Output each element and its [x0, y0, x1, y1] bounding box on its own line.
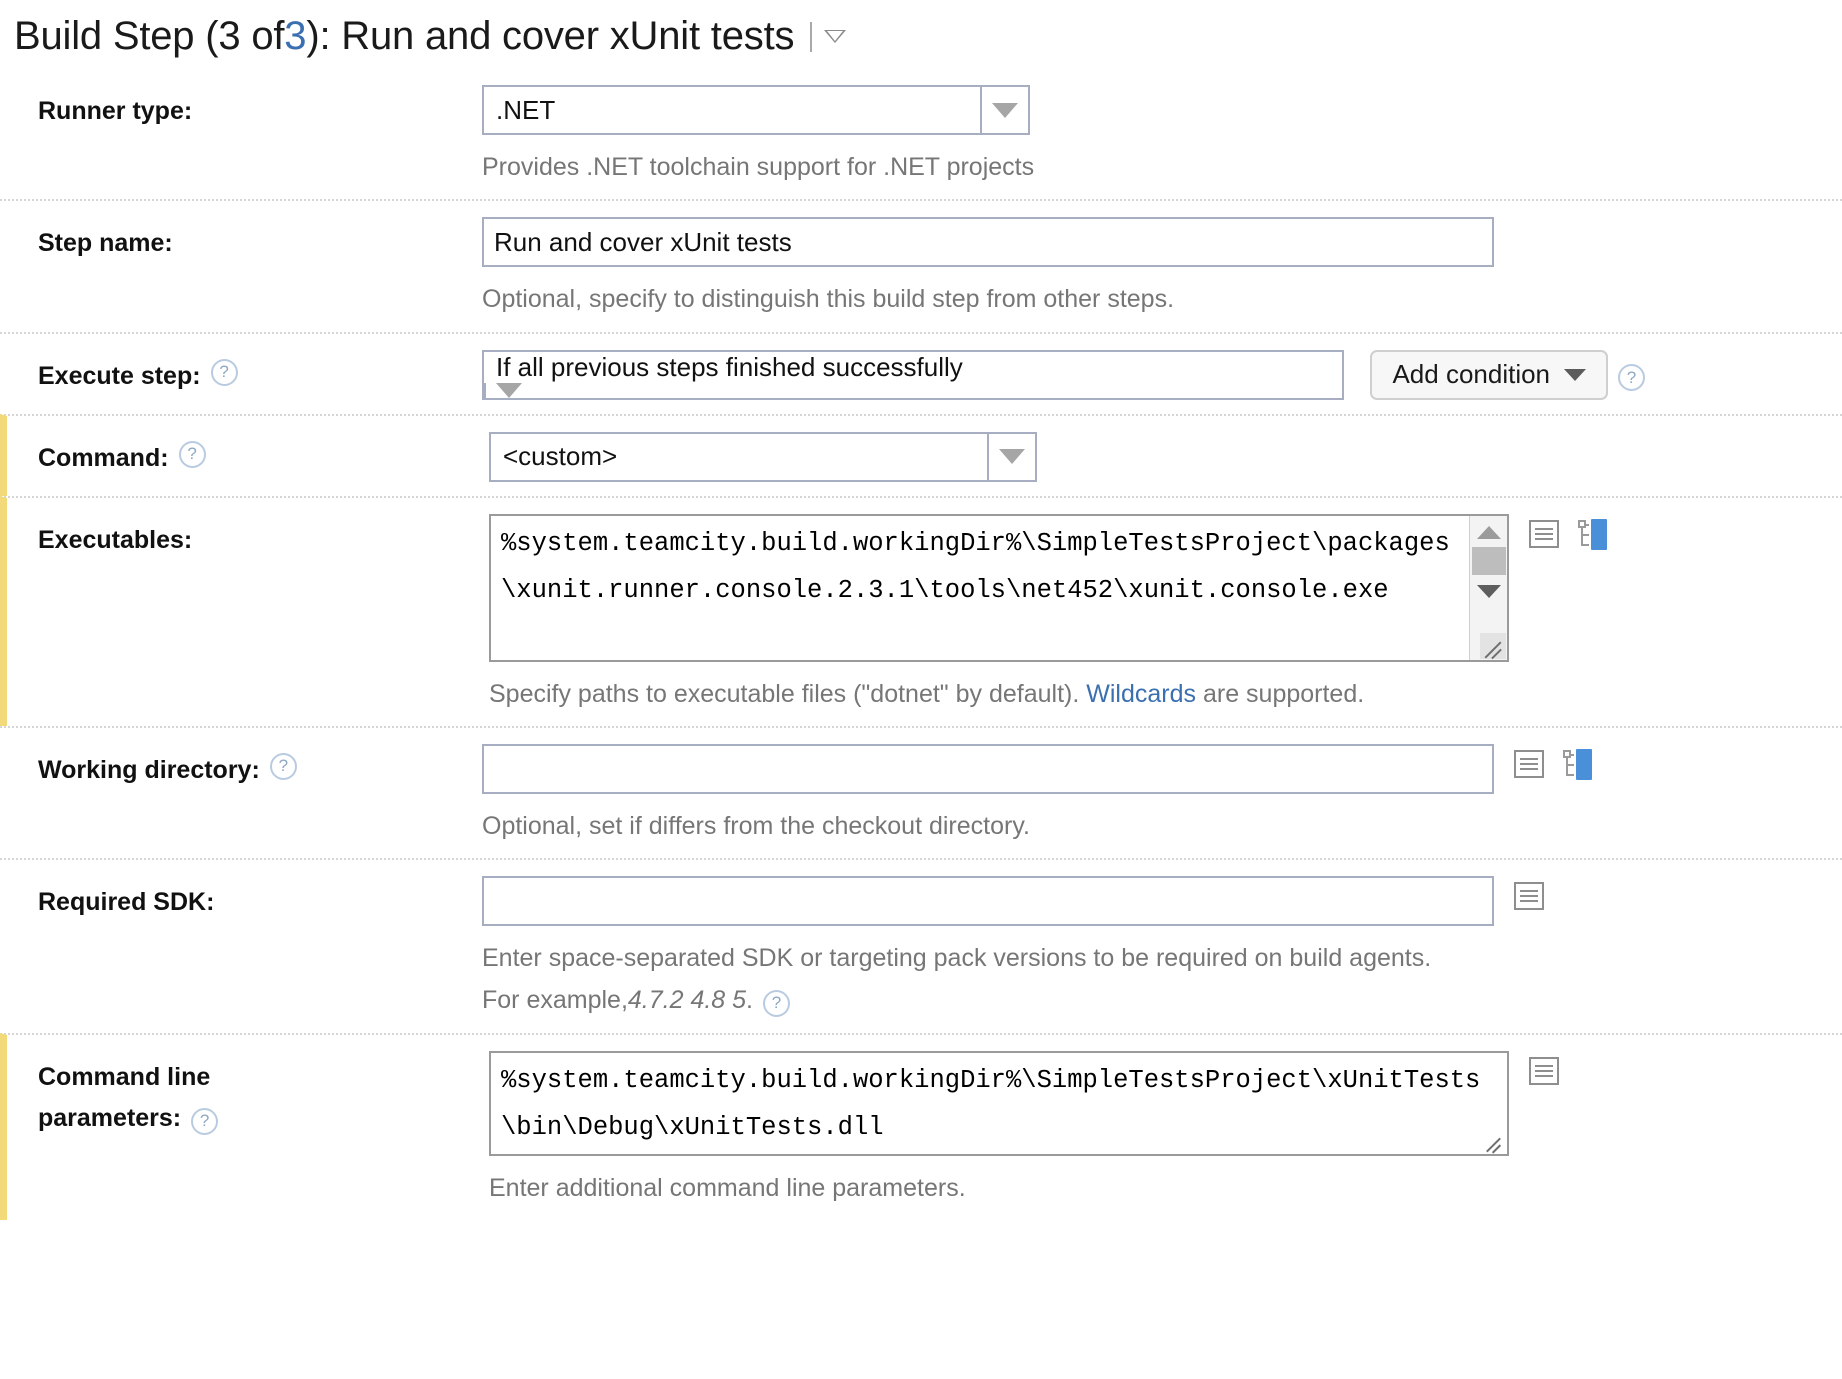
- step-name-field: Optional, specify to distinguish this bu…: [482, 217, 1842, 317]
- step-name-label: Step name:: [0, 217, 482, 317]
- chevron-down-icon: [1564, 369, 1586, 381]
- working-directory-label-text: Working directory:: [38, 750, 260, 791]
- required-sdk-field: Enter space-separated SDK or targeting p…: [482, 876, 1842, 1019]
- row-executables: Executables: %system.teamcity.build.work…: [0, 496, 1842, 726]
- runner-type-field: .NET Provides .NET toolchain support for…: [482, 85, 1842, 185]
- execute-step-label: Execute step: ?: [0, 350, 482, 400]
- row-command: Command: ? <custom>: [0, 414, 1842, 496]
- execute-step-value: If all previous steps finished successfu…: [484, 352, 1342, 383]
- help-icon[interactable]: ?: [191, 1108, 218, 1135]
- command-label: Command: ?: [7, 432, 489, 482]
- execute-step-select[interactable]: If all previous steps finished successfu…: [482, 350, 1344, 400]
- scrollbar-thumb[interactable]: [1472, 547, 1506, 575]
- chevron-down-icon[interactable]: [824, 30, 846, 43]
- required-sdk-example-suffix: .: [746, 982, 753, 1018]
- help-icon[interactable]: ?: [270, 753, 297, 780]
- command-select[interactable]: <custom>: [489, 432, 1037, 482]
- working-directory-side-icons: [1514, 744, 1596, 780]
- required-sdk-side-icons: [1514, 876, 1544, 910]
- command-line-parameters-label-line1: Command line: [38, 1057, 489, 1098]
- chevron-down-icon: [992, 103, 1018, 118]
- text-lines-icon[interactable]: [1514, 882, 1544, 910]
- step-name-input[interactable]: [482, 217, 1494, 267]
- build-step-form: Runner type: .NET Provides .NET toolchai…: [0, 69, 1842, 1220]
- wildcards-link[interactable]: Wildcards: [1086, 680, 1196, 708]
- text-lines-icon[interactable]: [1514, 750, 1544, 778]
- executables-hint-before: Specify paths to executable files ("dotn…: [489, 680, 1086, 708]
- working-directory-label: Working directory: ?: [0, 744, 482, 844]
- execute-step-label-text: Execute step:: [38, 356, 201, 397]
- command-value: <custom>: [491, 434, 987, 480]
- resize-grip-icon[interactable]: [1480, 633, 1506, 659]
- command-line-parameters-field: %system.teamcity.build.workingDir%\Simpl…: [489, 1051, 1842, 1206]
- row-runner-type: Runner type: .NET Provides .NET toolchai…: [0, 69, 1842, 199]
- command-line-parameters-hint: Enter additional command line parameters…: [489, 1170, 1822, 1206]
- working-directory-hint: Optional, set if differs from the checko…: [482, 808, 1822, 844]
- page-title-suffix: ): Run and cover xUnit tests: [306, 14, 794, 59]
- execute-step-dropdown-button[interactable]: [484, 383, 532, 398]
- execute-step-field: If all previous steps finished successfu…: [482, 350, 1842, 400]
- required-sdk-label: Required SDK:: [0, 876, 482, 1019]
- add-condition-label: Add condition: [1392, 359, 1550, 390]
- command-line-parameters-label-line2: parameters:: [38, 1098, 181, 1139]
- row-execute-step: Execute step: ? If all previous steps fi…: [0, 332, 1842, 414]
- row-step-name: Step name: Optional, specify to distingu…: [0, 199, 1842, 331]
- executables-side-icons: [1529, 514, 1611, 550]
- scroll-down-arrow-icon[interactable]: [1477, 585, 1501, 598]
- add-condition-button[interactable]: Add condition: [1370, 350, 1608, 400]
- row-working-directory: Working directory: ? O: [0, 726, 1842, 858]
- command-field: <custom>: [489, 432, 1842, 482]
- text-lines-icon[interactable]: [1529, 520, 1559, 548]
- help-icon[interactable]: ?: [1618, 364, 1645, 391]
- row-required-sdk: Required SDK: Enter space-separated SDK …: [0, 858, 1842, 1033]
- step-name-hint: Optional, specify to distinguish this bu…: [482, 281, 1822, 317]
- required-sdk-example-value: 4.7.2 4.8 5: [628, 982, 746, 1018]
- required-sdk-hint: Enter space-separated SDK or targeting p…: [482, 940, 1822, 976]
- command-label-text: Command:: [38, 438, 169, 479]
- executables-textarea[interactable]: %system.teamcity.build.workingDir%\Simpl…: [489, 514, 1509, 662]
- runner-type-select[interactable]: .NET: [482, 85, 1030, 135]
- resize-grip-icon[interactable]: [1483, 1131, 1505, 1153]
- help-icon[interactable]: ?: [211, 359, 238, 386]
- help-icon[interactable]: ?: [763, 990, 790, 1017]
- page-title: Build Step (3 of 3): Run and cover xUnit…: [0, 0, 1842, 59]
- page-title-prefix: Build Step (3 of: [14, 14, 284, 59]
- runner-type-label: Runner type:: [0, 85, 482, 185]
- help-icon[interactable]: ?: [179, 441, 206, 468]
- working-directory-input[interactable]: [482, 744, 1494, 794]
- working-directory-field: Optional, set if differs from the checko…: [482, 744, 1842, 844]
- page-title-step-count[interactable]: 3: [284, 14, 306, 59]
- runner-type-dropdown-button[interactable]: [980, 87, 1028, 133]
- required-sdk-input[interactable]: [482, 876, 1494, 926]
- command-dropdown-button[interactable]: [987, 434, 1035, 480]
- title-separator: [810, 22, 812, 52]
- chevron-down-icon: [999, 449, 1025, 464]
- chevron-down-icon: [496, 383, 522, 398]
- runner-type-hint: Provides .NET toolchain support for .NET…: [482, 149, 1822, 185]
- command-line-parameters-textarea-wrap: %system.teamcity.build.workingDir%\Simpl…: [489, 1051, 1509, 1156]
- command-line-parameters-side-icons: [1529, 1051, 1559, 1085]
- required-sdk-hint-example: For example, 4.7.2 4.8 5. ?: [482, 982, 1822, 1018]
- executables-textarea-wrap: %system.teamcity.build.workingDir%\Simpl…: [489, 514, 1509, 662]
- executables-label: Executables:: [7, 514, 489, 712]
- add-condition-group: Add condition ?: [1370, 350, 1645, 400]
- command-line-parameters-textarea[interactable]: %system.teamcity.build.workingDir%\Simpl…: [489, 1051, 1509, 1156]
- text-lines-icon[interactable]: [1529, 1057, 1559, 1085]
- executables-field: %system.teamcity.build.workingDir%\Simpl…: [489, 514, 1842, 712]
- executables-hint-after: are supported.: [1196, 680, 1364, 708]
- runner-type-value: .NET: [484, 87, 980, 133]
- row-command-line-parameters: Command line parameters: ? %system.teamc…: [0, 1033, 1842, 1220]
- required-sdk-example-prefix: For example,: [482, 982, 628, 1018]
- executables-hint: Specify paths to executable files ("dotn…: [489, 676, 1822, 712]
- folder-tree-icon[interactable]: [1577, 520, 1611, 550]
- folder-tree-icon[interactable]: [1562, 750, 1596, 780]
- scroll-up-arrow-icon[interactable]: [1477, 526, 1501, 539]
- command-line-parameters-label: Command line parameters: ?: [7, 1051, 489, 1206]
